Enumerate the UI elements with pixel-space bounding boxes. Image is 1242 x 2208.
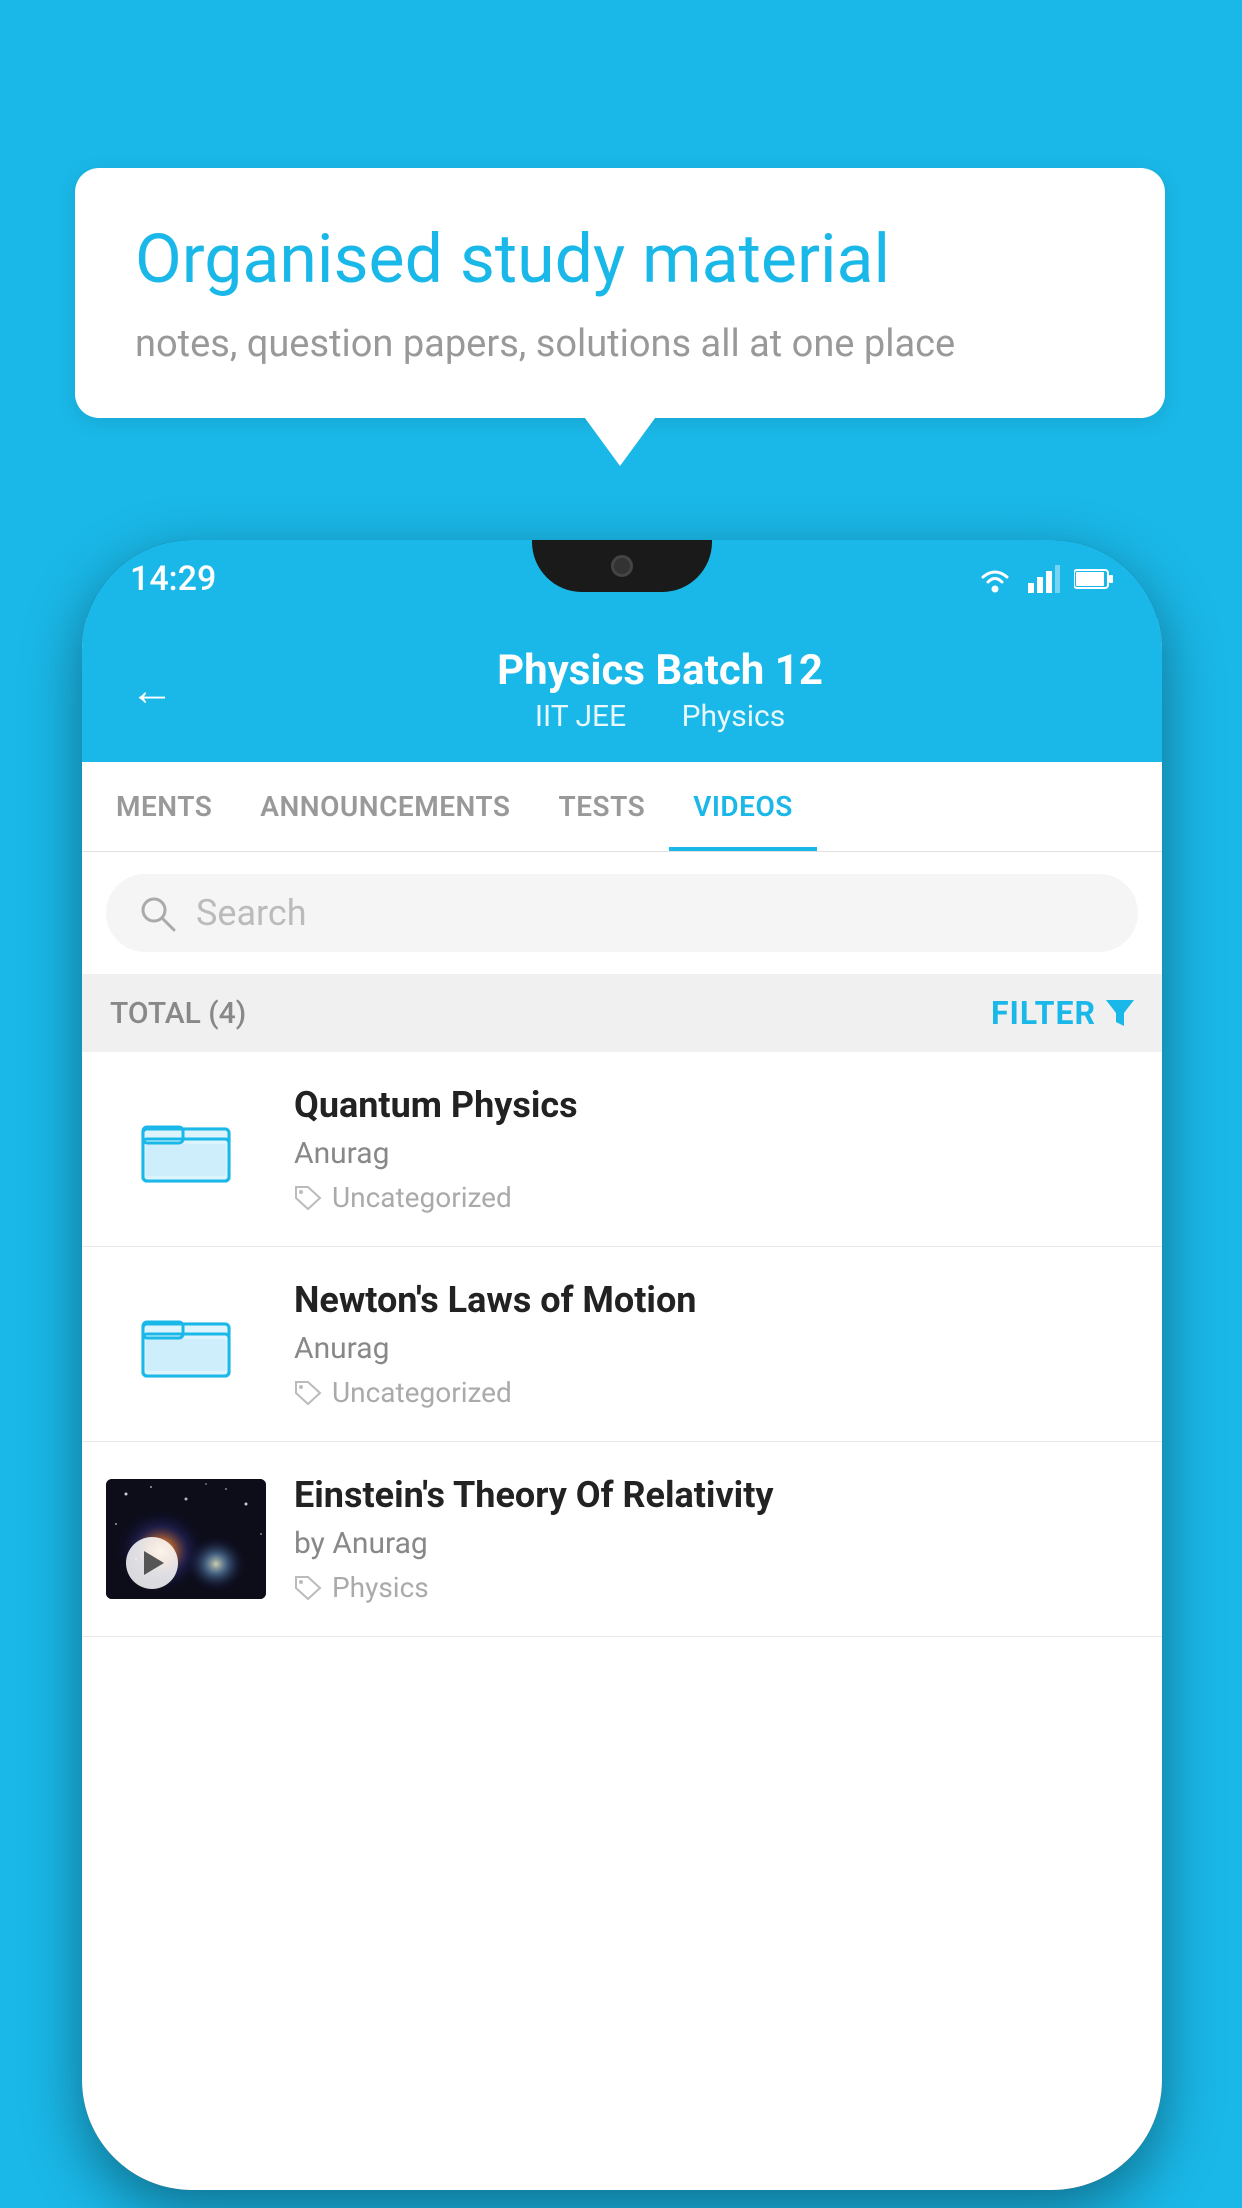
camera-dot [611, 555, 633, 577]
wifi-icon [976, 565, 1014, 593]
batch-subtitle: IIT JEE Physics [206, 699, 1114, 734]
batch-title: Physics Batch 12 [206, 646, 1114, 695]
folder-icon-container [106, 1089, 266, 1209]
status-bar: 14:29 [82, 540, 1162, 618]
subtitle-physics: Physics [682, 699, 786, 734]
video-thumbnail [106, 1479, 266, 1599]
search-icon [138, 894, 176, 932]
app-screen: ← Physics Batch 12 IIT JEE Physics MENTS… [82, 618, 1162, 2190]
video-author: by Anurag [294, 1526, 1138, 1561]
status-icons [976, 565, 1114, 593]
phone-frame: 14:29 [82, 540, 1162, 2190]
video-info: Einstein's Theory Of Relativity by Anura… [294, 1474, 1138, 1604]
video-info: Newton's Laws of Motion Anurag Uncategor… [294, 1279, 1138, 1409]
video-info: Quantum Physics Anurag Uncategorized [294, 1084, 1138, 1214]
video-title: Newton's Laws of Motion [294, 1279, 1138, 1321]
tag-icon [294, 1575, 322, 1601]
speech-bubble-title: Organised study material [135, 220, 1105, 298]
video-title: Einstein's Theory Of Relativity [294, 1474, 1138, 1516]
filter-icon [1106, 1000, 1134, 1026]
search-placeholder[interactable]: Search [196, 892, 307, 934]
search-bar[interactable]: Search [106, 874, 1138, 952]
filter-label: FILTER [991, 994, 1096, 1032]
video-title: Quantum Physics [294, 1084, 1138, 1126]
tag-label: Uncategorized [332, 1376, 512, 1409]
filter-button[interactable]: FILTER [991, 994, 1134, 1032]
folder-icon [141, 1109, 231, 1189]
total-count: TOTAL (4) [110, 996, 246, 1031]
video-author: Anurag [294, 1136, 1138, 1171]
subtitle-iitjee: IIT JEE [535, 699, 626, 734]
tabs-bar: MENTS ANNOUNCEMENTS TESTS VIDEOS [82, 762, 1162, 852]
battery-icon [1074, 568, 1114, 590]
video-list: Quantum Physics Anurag Uncategorized [82, 1052, 1162, 1637]
thumbnail-visual [106, 1479, 266, 1599]
signal-icon [1028, 565, 1060, 593]
folder-icon-container [106, 1284, 266, 1404]
phone-notch [532, 540, 712, 592]
list-item[interactable]: Einstein's Theory Of Relativity by Anura… [82, 1442, 1162, 1637]
list-item[interactable]: Quantum Physics Anurag Uncategorized [82, 1052, 1162, 1247]
status-time: 14:29 [130, 559, 216, 599]
filter-bar: TOTAL (4) FILTER [82, 974, 1162, 1052]
play-triangle [144, 1551, 164, 1575]
tab-ments[interactable]: MENTS [92, 762, 236, 851]
play-button[interactable] [126, 1537, 178, 1589]
video-tag: Uncategorized [294, 1376, 1138, 1409]
video-tag: Uncategorized [294, 1181, 1138, 1214]
tab-tests[interactable]: TESTS [535, 762, 670, 851]
tag-label: Uncategorized [332, 1181, 512, 1214]
tab-videos[interactable]: VIDEOS [669, 762, 817, 851]
app-header: ← Physics Batch 12 IIT JEE Physics [82, 618, 1162, 762]
search-container: Search [82, 852, 1162, 974]
thumbnail-bg [106, 1479, 266, 1599]
header-title-block: Physics Batch 12 IIT JEE Physics [206, 646, 1114, 734]
video-author: Anurag [294, 1331, 1138, 1366]
tab-announcements[interactable]: ANNOUNCEMENTS [236, 762, 534, 851]
speech-bubble-card: Organised study material notes, question… [75, 168, 1165, 418]
tag-icon [294, 1380, 322, 1406]
folder-icon [141, 1304, 231, 1384]
list-item[interactable]: Newton's Laws of Motion Anurag Uncategor… [82, 1247, 1162, 1442]
speech-bubble-subtitle: notes, question papers, solutions all at… [135, 322, 1105, 366]
tag-icon [294, 1185, 322, 1211]
video-tag: Physics [294, 1571, 1138, 1604]
back-button[interactable]: ← [130, 664, 174, 716]
tag-label: Physics [332, 1571, 429, 1604]
